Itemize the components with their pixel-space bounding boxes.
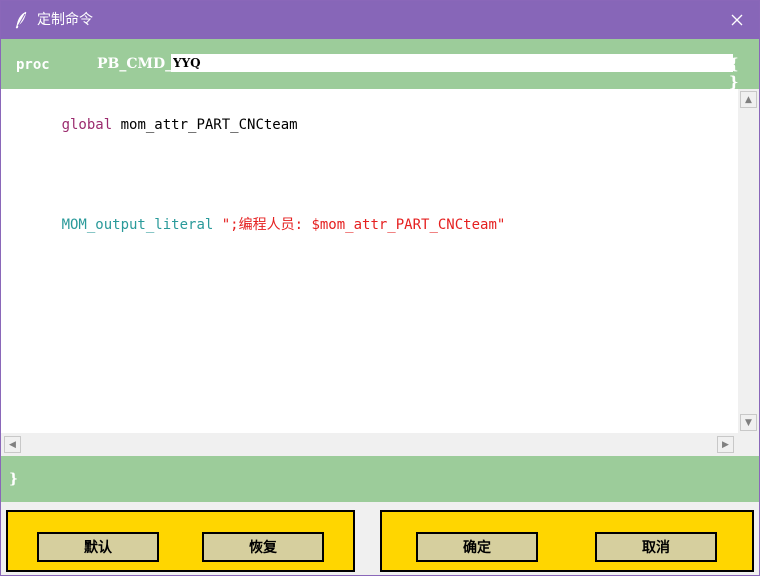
code-variable: mom_attr_PART_CNCteam [120, 117, 298, 133]
feather-icon [13, 11, 29, 29]
vertical-scrollbar[interactable]: ▲ ▼ [738, 89, 759, 433]
custom-command-dialog: 定制命令 proc PB_CMD_ { } global mom_attr_PA… [0, 0, 760, 576]
scroll-left-button[interactable]: ◀ [4, 436, 21, 453]
code-editor[interactable]: global mom_attr_PART_CNCteam MOM_output_… [1, 89, 738, 433]
title-bar: 定制命令 [1, 1, 759, 39]
code-command: MOM_output_literal [61, 217, 222, 233]
scroll-up-button[interactable]: ▲ [740, 91, 757, 108]
proc-open-brace: { } [729, 55, 743, 91]
chevron-left-icon: ◀ [9, 439, 16, 450]
proc-name-prefix: PB_CMD_ [97, 56, 173, 72]
scrollbar-corner [738, 433, 759, 456]
proc-footer: } [1, 456, 759, 502]
chevron-right-icon: ▶ [722, 439, 729, 450]
chevron-down-icon: ▼ [745, 417, 752, 428]
code-string: ";编程人员: $mom_attr_PART_CNCteam" [221, 217, 506, 233]
button-area: 默认 恢复 确定 取消 [1, 502, 759, 575]
chevron-up-icon: ▲ [745, 94, 752, 105]
close-button[interactable] [715, 1, 759, 39]
proc-keyword: proc [16, 57, 50, 73]
right-button-panel: 确定 取消 [380, 510, 754, 572]
window-title: 定制命令 [37, 12, 93, 28]
scroll-down-button[interactable]: ▼ [740, 414, 757, 431]
code-line-1: global mom_attr_PART_CNCteam [11, 98, 298, 152]
close-icon [731, 11, 743, 30]
code-line-2: MOM_output_literal ";编程人员: $mom_attr_PAR… [11, 198, 506, 252]
proc-header: proc PB_CMD_ { } [1, 39, 759, 91]
command-name-input[interactable] [171, 54, 733, 72]
cancel-button[interactable]: 取消 [595, 532, 717, 562]
scroll-right-button[interactable]: ▶ [717, 436, 734, 453]
left-button-panel: 默认 恢复 [6, 510, 355, 572]
proc-close-brace: } [9, 471, 19, 487]
ok-button[interactable]: 确定 [416, 532, 538, 562]
restore-button[interactable]: 恢复 [202, 532, 324, 562]
default-button[interactable]: 默认 [37, 532, 159, 562]
code-keyword: global [61, 117, 121, 133]
horizontal-scrollbar[interactable]: ◀ ▶ [1, 433, 738, 456]
